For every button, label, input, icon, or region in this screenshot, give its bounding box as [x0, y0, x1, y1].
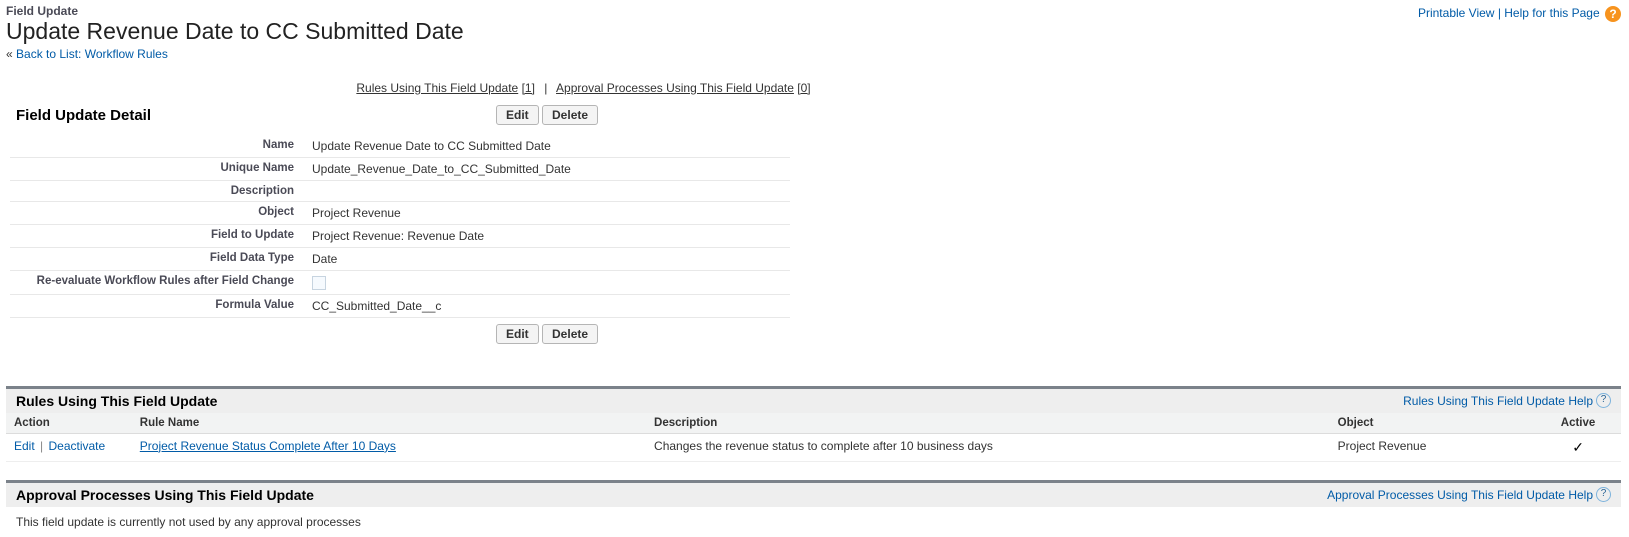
- col-object: Object: [1330, 413, 1535, 434]
- table-row: Edit | Deactivate Project Revenue Status…: [6, 433, 1621, 461]
- cell-active: ✓: [1535, 433, 1621, 461]
- detail-table: Name Update Revenue Date to CC Submitted…: [10, 135, 790, 318]
- detail-heading: Field Update Detail: [6, 105, 161, 128]
- label-description: Description: [10, 181, 306, 202]
- edit-button-bottom[interactable]: Edit: [496, 324, 539, 344]
- anchor-separator: |: [544, 81, 547, 95]
- anchor-approvals-count: [0]: [797, 81, 810, 95]
- detail-row-type: Field Data Type Date: [10, 248, 790, 271]
- page-header: Field Update Update Revenue Date to CC S…: [6, 4, 1621, 61]
- label-reevaluate: Re-evaluate Workflow Rules after Field C…: [10, 271, 306, 295]
- delete-button-bottom[interactable]: Delete: [542, 324, 598, 344]
- help-icon[interactable]: ?: [1596, 393, 1611, 408]
- rules-related-title: Rules Using This Field Update: [16, 393, 217, 409]
- rules-header-row: Action Rule Name Description Object Acti…: [6, 413, 1621, 434]
- value-object: Project Revenue: [306, 202, 790, 225]
- col-rule-name: Rule Name: [132, 413, 646, 434]
- back-link-row: « Back to List: Workflow Rules: [6, 47, 1621, 61]
- col-description: Description: [646, 413, 1330, 434]
- check-icon: ✓: [1572, 439, 1584, 455]
- rule-edit-link[interactable]: Edit: [14, 439, 35, 453]
- anchor-bar: Rules Using This Field Update [1] | Appr…: [54, 81, 1114, 95]
- help-page-link[interactable]: Help for this Page: [1504, 6, 1599, 20]
- rules-table: Action Rule Name Description Object Acti…: [6, 413, 1621, 462]
- breadcrumb: Field Update: [6, 4, 1621, 18]
- value-name: Update Revenue Date to CC Submitted Date: [306, 135, 790, 158]
- approvals-related-header: Approval Processes Using This Field Upda…: [6, 483, 1621, 507]
- label-field-to-update: Field to Update: [10, 225, 306, 248]
- approvals-related-list: Approval Processes Using This Field Upda…: [6, 480, 1621, 537]
- rules-related-header: Rules Using This Field Update Rules Usin…: [6, 389, 1621, 413]
- detail-row-field: Field to Update Project Revenue: Revenue…: [10, 225, 790, 248]
- detail-row-name: Name Update Revenue Date to CC Submitted…: [10, 135, 790, 158]
- detail-button-bar-top: Edit Delete: [496, 105, 598, 125]
- detail-button-bar-bottom: Edit Delete: [496, 324, 598, 344]
- printable-view-link[interactable]: Printable View: [1418, 6, 1495, 20]
- back-to-list-link[interactable]: Back to List: Workflow Rules: [16, 47, 168, 61]
- label-field-data-type: Field Data Type: [10, 248, 306, 271]
- reevaluate-checkbox: [312, 276, 326, 290]
- value-unique-name: Update_Revenue_Date_to_CC_Submitted_Date: [306, 158, 790, 181]
- rules-related-list: Rules Using This Field Update Rules Usin…: [6, 386, 1621, 462]
- cell-action: Edit | Deactivate: [6, 433, 132, 461]
- detail-row-formula: Formula Value CC_Submitted_Date__c: [10, 294, 790, 317]
- cell-rule-name: Project Revenue Status Complete After 10…: [132, 433, 646, 461]
- anchor-approvals-link[interactable]: Approval Processes Using This Field Upda…: [556, 81, 794, 95]
- label-name: Name: [10, 135, 306, 158]
- help-icon[interactable]: ?: [1596, 487, 1611, 502]
- label-object: Object: [10, 202, 306, 225]
- value-field-data-type: Date: [306, 248, 790, 271]
- approvals-related-title: Approval Processes Using This Field Upda…: [16, 487, 314, 503]
- help-icon[interactable]: ?: [1605, 6, 1621, 22]
- label-unique-name: Unique Name: [10, 158, 306, 181]
- delete-button[interactable]: Delete: [542, 105, 598, 125]
- anchor-rules-link[interactable]: Rules Using This Field Update: [356, 81, 518, 95]
- rules-help-link[interactable]: Rules Using This Field Update Help: [1403, 394, 1593, 408]
- approvals-help-link[interactable]: Approval Processes Using This Field Upda…: [1327, 488, 1593, 502]
- value-formula-value: CC_Submitted_Date__c: [306, 294, 790, 317]
- col-action: Action: [6, 413, 132, 434]
- rule-name-link[interactable]: Project Revenue Status Complete After 10…: [140, 439, 396, 453]
- detail-row-description: Description: [10, 181, 790, 202]
- anchor-rules-count: [1]: [522, 81, 535, 95]
- label-formula-value: Formula Value: [10, 294, 306, 317]
- value-reevaluate: [306, 271, 790, 295]
- cell-description: Changes the revenue status to complete a…: [646, 433, 1330, 461]
- page-title: Update Revenue Date to CC Submitted Date: [6, 18, 1621, 45]
- detail-row-unique: Unique Name Update_Revenue_Date_to_CC_Su…: [10, 158, 790, 181]
- rule-deactivate-link[interactable]: Deactivate: [48, 439, 105, 453]
- cell-object: Project Revenue: [1330, 433, 1535, 461]
- edit-button[interactable]: Edit: [496, 105, 539, 125]
- col-active: Active: [1535, 413, 1621, 434]
- detail-row-reeval: Re-evaluate Workflow Rules after Field C…: [10, 271, 790, 295]
- top-help-links: Printable View | Help for this Page ?: [1418, 6, 1621, 22]
- value-description: [306, 181, 790, 202]
- value-field-to-update: Project Revenue: Revenue Date: [306, 225, 790, 248]
- detail-row-object: Object Project Revenue: [10, 202, 790, 225]
